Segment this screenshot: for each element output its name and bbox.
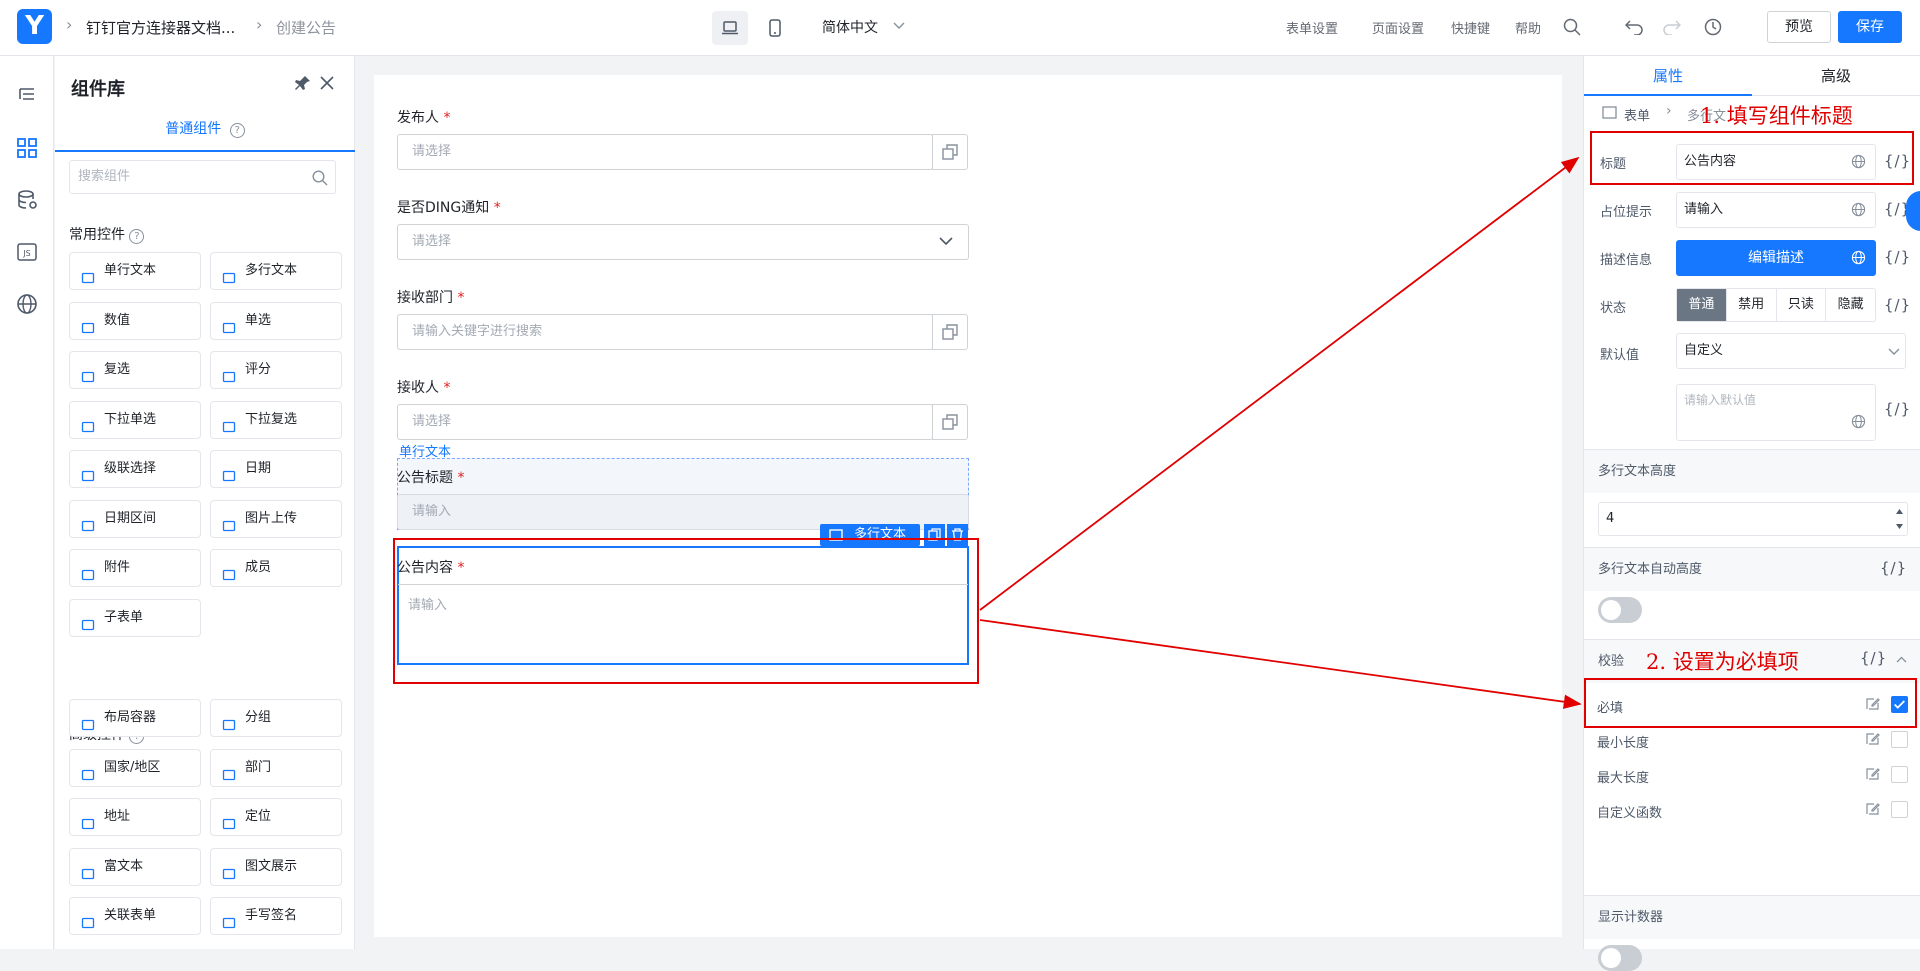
- annotation-arrows: [979, 156, 1582, 709]
